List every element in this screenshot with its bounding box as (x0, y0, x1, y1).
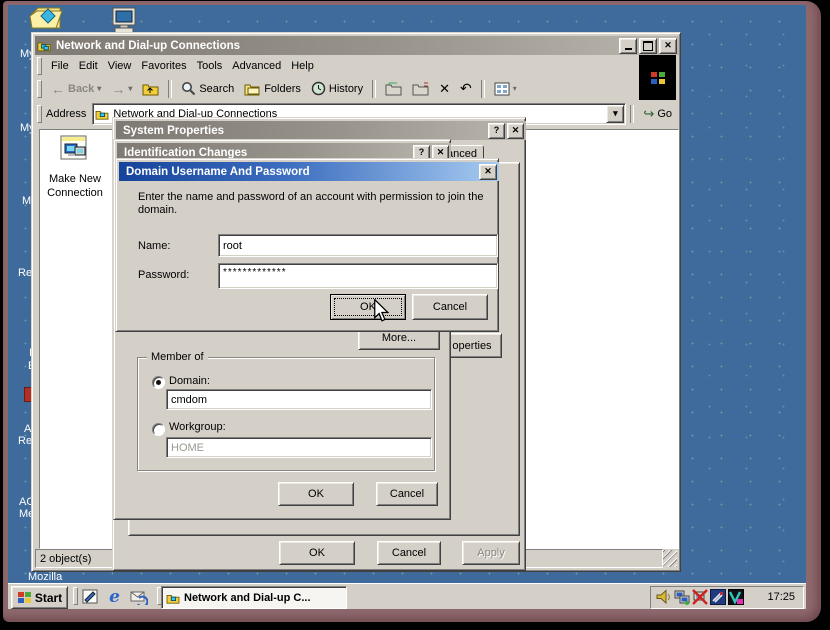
views-icon (494, 82, 510, 96)
up-button[interactable] (142, 81, 159, 96)
windows-throbber (639, 55, 676, 100)
domaindlg-message: Enter the name and password of an accoun… (138, 191, 488, 217)
outlook-express-button[interactable] (127, 586, 150, 607)
windows-logo-icon (17, 591, 32, 604)
sysprops-help-button[interactable]: ? (488, 123, 505, 139)
network-connection-icon[interactable] (674, 589, 690, 605)
search-icon (181, 81, 196, 96)
menu-favorites[interactable]: Favorites (141, 60, 186, 72)
back-dropdown[interactable]: ▾ (97, 84, 101, 93)
menu-view[interactable]: View (108, 60, 132, 72)
go-arrow-icon: ↪ (643, 106, 654, 122)
my-documents-icon[interactable] (28, 2, 66, 36)
minimize-button[interactable] (619, 38, 637, 54)
password-label: Password: (138, 269, 189, 281)
forward-arrow-icon: → (111, 81, 125, 97)
identchanges-cancel-button[interactable]: Cancel (376, 482, 438, 506)
go-button[interactable]: ↪ Go (643, 106, 672, 122)
window-titlebar[interactable]: Network and Dial-up Connections ✕ (35, 36, 679, 55)
task-button-network-connections[interactable]: Network and Dial-up C... (161, 586, 347, 609)
properties-button-fragment[interactable]: operties (442, 333, 502, 358)
menu-file[interactable]: File (51, 60, 69, 72)
menu-advanced[interactable]: Advanced (232, 60, 281, 72)
connect-drive-icon (385, 82, 402, 96)
views-button[interactable]: ▾ (494, 82, 517, 96)
screen: My D My My Re I E A Re AO Me Mozilla Net… (0, 0, 830, 630)
up-folder-icon (142, 81, 159, 96)
start-button[interactable]: Start (11, 586, 68, 609)
forward-dropdown[interactable]: ▾ (128, 84, 132, 93)
disconnected-network-icon[interactable] (692, 589, 708, 605)
sysprops-apply-button[interactable]: Apply (462, 541, 520, 565)
address-folder-icon (95, 108, 109, 120)
identchanges-ok-button[interactable]: OK (278, 482, 354, 506)
address-grip[interactable] (37, 105, 42, 123)
show-desktop-button[interactable] (78, 586, 101, 607)
sysprops-titlebar[interactable]: System Properties ? ✕ (116, 121, 526, 140)
undo-button[interactable]: ↶ (460, 80, 472, 97)
sysprops-title: System Properties (123, 125, 486, 137)
desktop-label[interactable]: Mozilla (28, 571, 62, 583)
desktop-label[interactable]: Re (18, 435, 32, 447)
history-button[interactable]: History (311, 81, 363, 96)
member-of-legend: Member of (147, 351, 208, 363)
window-title: Network and Dial-up Connections (56, 40, 617, 52)
toolbar-grip[interactable] (37, 80, 42, 98)
maximize-button[interactable] (639, 38, 657, 54)
desktop-label[interactable]: Re (18, 267, 32, 279)
domain-password-dialog: Domain Username And Password ✕ Enter the… (115, 158, 499, 332)
domaindlg-cancel-button[interactable]: Cancel (412, 294, 488, 320)
sysprops-ok-button[interactable]: OK (279, 541, 355, 565)
internet-explorer-button[interactable]: e (103, 586, 126, 607)
vnc-server-icon[interactable] (728, 589, 744, 605)
close-button[interactable]: ✕ (659, 38, 677, 54)
back-arrow-icon: ← (51, 81, 65, 97)
menu-bar: File Edit View Favorites Tools Advanced … (35, 56, 635, 76)
domaindlg-title: Domain Username And Password (126, 166, 477, 178)
name-label: Name: (138, 240, 170, 252)
folders-icon (244, 82, 261, 96)
network-folder-icon (37, 39, 51, 52)
domain-input[interactable]: cmdom (166, 389, 432, 410)
disconnect-drive-icon (412, 82, 429, 96)
toolbar: ← Back▾ → ▾ Search Fold (35, 77, 635, 100)
disconnect-drive-button[interactable] (412, 82, 429, 96)
search-button[interactable]: Search (181, 81, 234, 96)
domain-radio[interactable] (152, 376, 165, 389)
domaindlg-close-button[interactable]: ✕ (479, 164, 497, 180)
menu-grip[interactable] (37, 57, 42, 75)
identchanges-title: Identification Changes (124, 147, 411, 159)
make-new-connection-label[interactable]: Make New Connection (40, 172, 110, 200)
make-new-connection-icon[interactable] (58, 135, 90, 166)
resize-grip[interactable] (663, 550, 677, 567)
menu-tools[interactable]: Tools (197, 60, 223, 72)
history-clock-icon (311, 81, 326, 96)
clock[interactable]: 17:25 (767, 591, 795, 603)
workgroup-radio[interactable] (152, 423, 165, 436)
delete-button[interactable]: ✕ (439, 81, 450, 97)
menu-edit[interactable]: Edit (79, 60, 98, 72)
domaindlg-titlebar[interactable]: Domain Username And Password ✕ (119, 162, 499, 181)
task-folder-icon (166, 592, 180, 604)
system-tray: 17:25 (650, 586, 804, 609)
sysprops-close-button[interactable]: ✕ (507, 123, 524, 139)
input-language-icon[interactable] (710, 589, 726, 605)
connect-drive-button[interactable] (385, 82, 402, 96)
back-button[interactable]: ← Back▾ (51, 81, 101, 97)
workgroup-label[interactable]: Workgroup: (169, 421, 226, 433)
password-input[interactable]: ************* (218, 263, 498, 289)
taskbar: Start e Network and Dial-up C... (8, 583, 806, 609)
menu-help[interactable]: Help (291, 60, 314, 72)
forward-button[interactable]: → ▾ (111, 81, 132, 97)
address-label: Address (46, 108, 86, 120)
address-dropdown-button[interactable]: ▾ (606, 105, 624, 123)
domaindlg-ok-button[interactable]: OK (330, 294, 406, 320)
name-input[interactable]: root (218, 234, 498, 257)
sysprops-cancel-button[interactable]: Cancel (377, 541, 441, 565)
volume-icon[interactable] (656, 589, 672, 605)
folders-button[interactable]: Folders (244, 82, 301, 96)
domain-label[interactable]: Domain: (169, 375, 210, 387)
workgroup-input: HOME (166, 437, 432, 458)
